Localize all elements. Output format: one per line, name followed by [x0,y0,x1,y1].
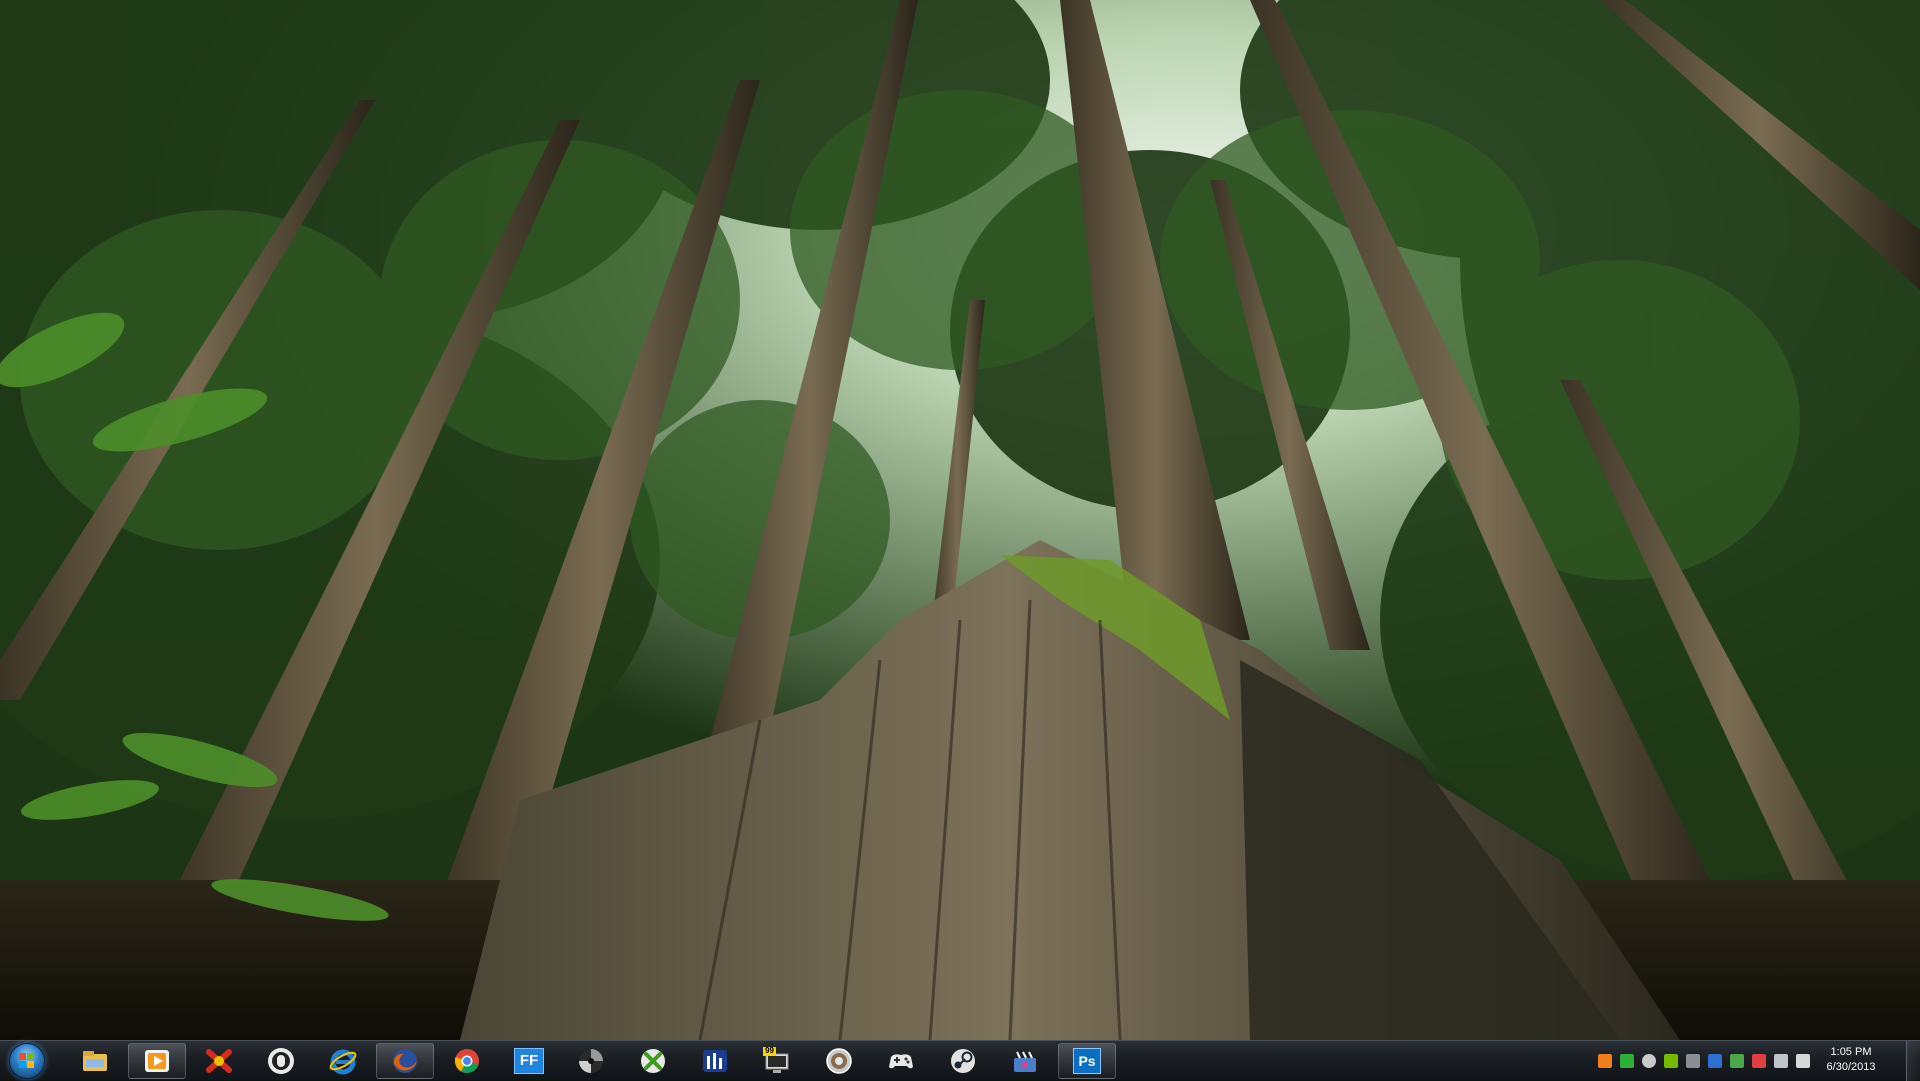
flag-icon[interactable] [1730,1054,1744,1068]
taskbar-item-firefox[interactable] [376,1043,434,1079]
equalizer-icon [700,1046,730,1076]
internet-explorer-icon [328,1046,358,1076]
taskbar-item-photoshop[interactable]: Ps [1058,1043,1116,1079]
action-center-icon[interactable] [1752,1054,1766,1068]
windows-orb-icon [9,1043,45,1079]
taskbar-item-explorer[interactable] [66,1043,124,1079]
taskbar-item-equalizer[interactable] [686,1043,744,1079]
monitor-99-icon: 99 [762,1046,792,1076]
green-check-icon[interactable] [1620,1054,1634,1068]
clock[interactable]: 1:05 PM 6/30/2013 [1806,1045,1896,1077]
chrome-icon [452,1046,482,1076]
photoshop-label: Ps [1073,1048,1101,1074]
ff-app-icon: FF [514,1046,544,1076]
firefox-icon [390,1046,420,1076]
show-desktop-button[interactable] [1906,1041,1920,1081]
start-button[interactable] [4,1042,50,1080]
taskbar-item-aperture[interactable] [562,1043,620,1079]
clock-time: 1:05 PM [1830,1046,1872,1058]
taskbar: FF 99 Ps 1:05 PM 6/30/2013 [0,1040,1920,1081]
disc-icon [824,1046,854,1076]
taskbar-item-monitor[interactable]: 99 [748,1043,806,1079]
ff-app-label: FF [514,1048,544,1074]
taskbar-item-xfire[interactable] [190,1043,248,1079]
steam-tray-icon[interactable] [1642,1054,1656,1068]
explorer-icon [80,1046,110,1076]
photoshop-icon: Ps [1072,1046,1102,1076]
taskbar-item-video-editor[interactable] [996,1043,1054,1079]
media-player-icon [142,1046,172,1076]
nvidia-icon[interactable] [1664,1054,1678,1068]
display-icon[interactable] [1774,1054,1788,1068]
taskbar-item-media-player[interactable] [128,1043,186,1079]
sound-app-icon [266,1046,296,1076]
taskbar-item-internet-explorer[interactable] [314,1043,372,1079]
taskbar-item-chrome[interactable] [438,1043,496,1079]
keyboard-icon[interactable] [1708,1054,1722,1068]
video-editor-icon [1010,1046,1040,1076]
taskbar-item-steam[interactable] [934,1043,992,1079]
taskbar-item-gamepad[interactable] [872,1043,930,1079]
network-share-icon[interactable] [1686,1054,1700,1068]
clock-date: 6/30/2013 [1826,1061,1876,1073]
steam-icon [948,1046,978,1076]
gamepad-icon [886,1046,916,1076]
orange-app-icon[interactable] [1598,1054,1612,1068]
aperture-icon [576,1046,606,1076]
xbox-icon [638,1046,668,1076]
monitor-badge: 99 [765,1046,774,1055]
taskbar-item-disc[interactable] [810,1043,868,1079]
taskbar-item-ff-app[interactable]: FF [500,1043,558,1079]
xfire-icon [204,1046,234,1076]
taskbar-item-sound-app[interactable] [252,1043,310,1079]
desktop-wallpaper [0,0,1920,1040]
taskbar-item-xbox[interactable] [624,1043,682,1079]
